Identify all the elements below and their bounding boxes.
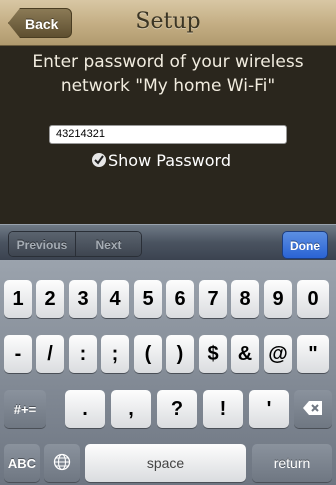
navigation-bar: Back Setup xyxy=(0,0,336,46)
key-0[interactable]: 0 xyxy=(297,280,329,318)
key-6[interactable]: 6 xyxy=(166,280,194,318)
key-8[interactable]: 8 xyxy=(231,280,259,318)
key-period[interactable]: . xyxy=(65,390,105,428)
key-4[interactable]: 4 xyxy=(101,280,129,318)
checkmark-icon xyxy=(92,153,106,167)
delete-key[interactable] xyxy=(294,390,332,428)
space-key[interactable]: space xyxy=(85,444,246,482)
key-2[interactable]: 2 xyxy=(36,280,64,318)
key-5[interactable]: 5 xyxy=(134,280,162,318)
key-slash[interactable]: / xyxy=(36,335,64,373)
key-3[interactable]: 3 xyxy=(69,280,97,318)
prompt-line-2: network "My home Wi-Fi" xyxy=(60,76,276,96)
key-dollar[interactable]: $ xyxy=(199,335,227,373)
page-title: Setup xyxy=(135,9,201,34)
key-exclamation[interactable]: ! xyxy=(203,390,243,428)
key-apostrophe[interactable]: ' xyxy=(249,390,289,428)
return-key[interactable]: return xyxy=(252,444,332,482)
key-comma[interactable]: , xyxy=(111,390,151,428)
key-at[interactable]: @ xyxy=(264,335,292,373)
key-1[interactable]: 1 xyxy=(4,280,32,318)
key-9[interactable]: 9 xyxy=(264,280,292,318)
key-close-paren[interactable]: ) xyxy=(166,335,194,373)
password-field[interactable]: 43214321 xyxy=(49,125,287,144)
key-question[interactable]: ? xyxy=(157,390,197,428)
keyboard: 1 2 3 4 5 6 7 8 9 0 - / : ; ( ) $ & @ " … xyxy=(0,260,336,485)
backspace-icon xyxy=(302,400,324,419)
globe-key[interactable] xyxy=(44,444,80,482)
key-more-symbols[interactable]: #+= xyxy=(4,390,46,428)
password-prompt: Enter password of your wireless network … xyxy=(0,50,336,98)
key-ampersand[interactable]: & xyxy=(231,335,259,373)
key-7[interactable]: 7 xyxy=(199,280,227,318)
keyboard-toolbar: Previous Next Done xyxy=(0,224,336,260)
key-open-paren[interactable]: ( xyxy=(134,335,162,373)
key-colon[interactable]: : xyxy=(69,335,97,373)
content-area: Enter password of your wireless network … xyxy=(0,46,336,224)
prompt-line-1: Enter password of your wireless xyxy=(32,52,304,72)
show-password-label: Show Password xyxy=(108,150,231,170)
show-password-toggle[interactable]: Show Password xyxy=(92,149,231,171)
next-button[interactable]: Next xyxy=(75,232,141,256)
prev-next-control: Previous Next xyxy=(8,231,142,257)
key-quote[interactable]: " xyxy=(297,335,329,373)
key-semicolon[interactable]: ; xyxy=(101,335,129,373)
key-hyphen[interactable]: - xyxy=(4,335,32,373)
done-button[interactable]: Done xyxy=(282,231,328,259)
globe-icon xyxy=(53,453,71,474)
previous-button[interactable]: Previous xyxy=(9,232,75,256)
key-abc[interactable]: ABC xyxy=(4,444,40,482)
